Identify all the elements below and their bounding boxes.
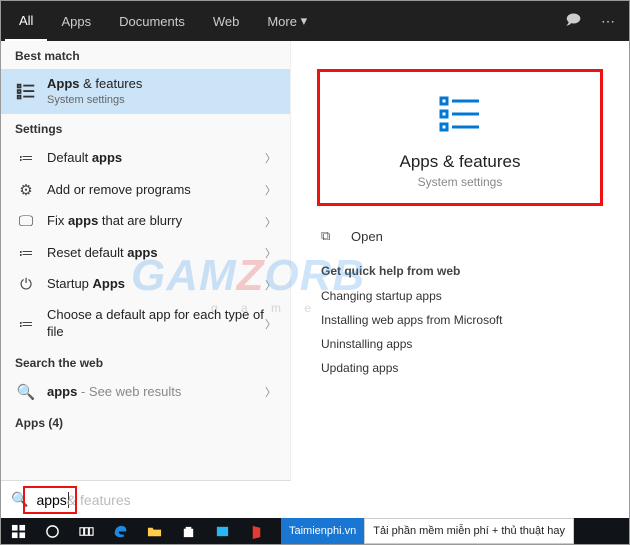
chevron-down-icon: ▾ — [301, 13, 308, 29]
results-panel: Best match Apps & featuresSystem setting… — [1, 41, 291, 481]
tab-web[interactable]: Web — [199, 1, 254, 41]
result-web-search[interactable]: 🔍 apps - See web results 〉 — [1, 376, 290, 408]
office-icon[interactable] — [239, 518, 273, 544]
help-link-update[interactable]: Updating apps — [307, 356, 613, 380]
taskview-icon[interactable] — [69, 518, 103, 544]
start-button[interactable] — [1, 518, 35, 544]
file-type-icon: ≔ — [15, 315, 37, 333]
site-banner: Taimienphi.vn Tải phần mềm miễn phí + th… — [281, 518, 574, 544]
result-choose-default[interactable]: ≔ Choose a default app for each type of … — [1, 300, 290, 348]
open-action[interactable]: ⧉ Open — [307, 224, 613, 258]
result-reset-default[interactable]: ≔ Reset default apps 〉 — [1, 237, 290, 269]
chevron-right-icon: 〉 — [265, 384, 276, 400]
help-link-install[interactable]: Installing web apps from Microsoft — [307, 308, 613, 332]
preview-subtitle: System settings — [330, 175, 590, 189]
section-search-web: Search the web — [1, 348, 290, 376]
chevron-right-icon: 〉 — [265, 214, 276, 230]
help-link-startup[interactable]: Changing startup apps — [307, 284, 613, 308]
cortana-icon[interactable] — [35, 518, 69, 544]
help-link-uninstall[interactable]: Uninstalling apps — [307, 332, 613, 356]
search-tabs: All Apps Documents Web More ▾ 🗩 ⋯ — [1, 1, 629, 41]
chevron-right-icon: 〉 — [265, 277, 276, 293]
more-options-icon[interactable]: ⋯ — [591, 13, 625, 30]
result-add-remove[interactable]: ⚙ Add or remove programs 〉 — [1, 174, 290, 206]
preview-hero: Apps & features System settings — [317, 69, 603, 206]
help-header: Get quick help from web — [307, 258, 613, 284]
result-apps-features[interactable]: Apps & featuresSystem settings — [1, 69, 290, 114]
search-box[interactable]: 🔍 apps & features — [1, 480, 291, 518]
chevron-right-icon: 〉 — [265, 182, 276, 198]
banner-site[interactable]: Taimienphi.vn — [281, 518, 364, 544]
section-apps-count: Apps (4) — [1, 408, 290, 436]
preview-title: Apps & features — [330, 152, 590, 172]
banner-slogan: Tải phần mềm miễn phí + thủ thuật hay — [364, 518, 574, 544]
chevron-right-icon: 〉 — [265, 316, 276, 332]
tab-apps[interactable]: Apps — [47, 1, 105, 41]
list-icon: ≔ — [15, 244, 37, 262]
edge-icon[interactable] — [103, 518, 137, 544]
list-settings-icon — [15, 81, 37, 103]
chevron-right-icon: 〉 — [265, 150, 276, 166]
tab-all[interactable]: All — [5, 1, 47, 41]
photos-icon[interactable] — [205, 518, 239, 544]
chevron-right-icon: 〉 — [265, 245, 276, 261]
explorer-icon[interactable] — [137, 518, 171, 544]
display-icon: 🖵 — [15, 213, 37, 230]
feedback-icon[interactable]: 🗩 — [555, 9, 591, 33]
open-icon: ⧉ — [321, 228, 341, 244]
search-icon: 🔍 — [11, 491, 28, 508]
gear-icon: ⚙ — [15, 181, 37, 199]
section-settings: Settings — [1, 114, 290, 142]
tab-more[interactable]: More ▾ — [253, 1, 321, 41]
startup-icon: ⏻ — [15, 276, 37, 293]
result-fix-blurry[interactable]: 🖵 Fix apps that are blurry 〉 — [1, 206, 290, 237]
section-best-match: Best match — [1, 41, 290, 69]
preview-panel: Apps & features System settings ⧉ Open G… — [291, 41, 629, 481]
store-icon[interactable] — [171, 518, 205, 544]
result-default-apps[interactable]: ≔ Default apps 〉 — [1, 142, 290, 174]
apps-features-icon — [436, 90, 484, 138]
result-startup-apps[interactable]: ⏻ Startup Apps 〉 — [1, 269, 290, 300]
search-icon: 🔍 — [15, 383, 37, 401]
sliders-icon: ≔ — [15, 149, 37, 167]
search-suggestion: & features — [67, 492, 131, 508]
tab-documents[interactable]: Documents — [105, 1, 199, 41]
